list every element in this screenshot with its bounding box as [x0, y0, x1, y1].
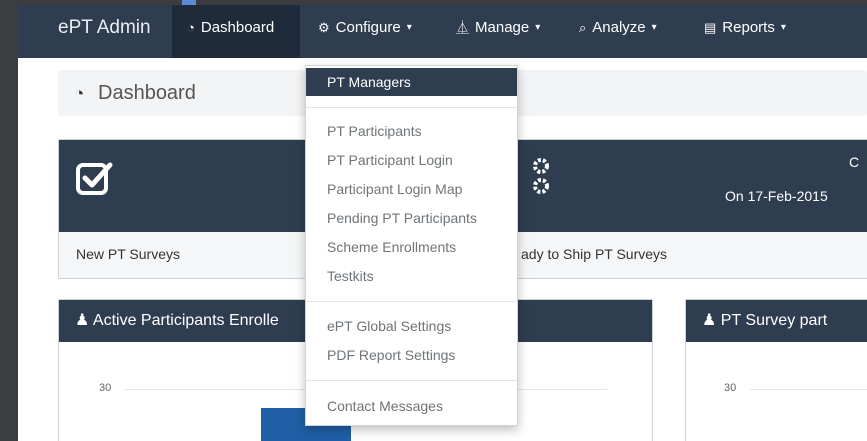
menu-item-scheme-enrollments[interactable]: Scheme Enrollments	[306, 233, 517, 261]
ready-to-ship-panel-footer: ady to Ship PT Surveys	[499, 232, 867, 278]
dashboard-icon: ◔	[74, 84, 85, 103]
nav-analyze[interactable]: ⌕ Analyze ▾	[579, 5, 657, 58]
flask-icon: ⏅	[456, 20, 470, 35]
configure-dropdown-menu: PT Managers PT Participants PT Participa…	[305, 65, 518, 426]
nav-reports-label: Reports	[722, 19, 775, 36]
y-tick-label: 30	[99, 382, 112, 394]
menu-item-contact-messages[interactable]: Contact Messages	[306, 392, 517, 420]
chevron-down-icon: ▾	[651, 22, 657, 33]
chevron-down-icon: ▾	[535, 22, 541, 33]
menu-divider	[306, 380, 517, 381]
gear-icon: ⚙	[318, 20, 330, 35]
nav-analyze-label: Analyze	[592, 19, 646, 36]
user-icon: ♟	[702, 312, 717, 329]
ready-to-ship-panel-header: C On 17-Feb-2015	[499, 140, 867, 232]
survey-participation-header: ♟ PT Survey part	[686, 300, 867, 342]
window-frame-left	[0, 0, 18, 441]
nav-dashboard[interactable]: ◔ Dashboard	[172, 5, 300, 58]
menu-item-pt-participants[interactable]: PT Participants	[306, 117, 517, 145]
survey-participation-panel: ♟ PT Survey part 30	[685, 299, 867, 441]
y-tick-label: 30	[724, 382, 737, 394]
nav-reports[interactable]: ▤ Reports ▾	[704, 5, 786, 58]
page: ePT Admin ◔ Dashboard ⚙ Configure ▾ ⏅ Ma…	[18, 5, 867, 441]
gridline	[750, 389, 867, 390]
menu-divider	[306, 107, 517, 108]
page-title: Dashboard	[98, 82, 196, 104]
count-fragment: C	[849, 154, 860, 170]
nav-dashboard-label: Dashboard	[200, 19, 275, 36]
menu-item-participant-login-map[interactable]: Participant Login Map	[306, 175, 517, 203]
checkbox-checked-icon	[76, 162, 113, 195]
menu-divider	[306, 301, 517, 302]
brand-link[interactable]: ePT Admin	[58, 5, 151, 58]
top-navbar: ePT Admin ◔ Dashboard ⚙ Configure ▾ ⏅ Ma…	[18, 5, 867, 58]
nav-manage-label: Manage	[475, 19, 530, 36]
ready-to-ship-label: ady to Ship PT Surveys	[521, 246, 668, 262]
chevron-down-icon: ▾	[406, 22, 412, 33]
user-icon: ♟	[75, 312, 90, 329]
gears-icon	[533, 158, 549, 194]
menu-item-pt-participant-login[interactable]: PT Participant Login	[306, 146, 517, 174]
menu-item-testkits[interactable]: Testkits	[306, 262, 517, 290]
bar-chart-icon: ▤	[704, 20, 717, 35]
nav-configure-label: Configure	[335, 19, 401, 36]
ready-to-ship-panel[interactable]: C On 17-Feb-2015 ady to Ship PT Surveys	[498, 139, 867, 279]
menu-item-ept-global-settings[interactable]: ePT Global Settings	[306, 312, 517, 340]
menu-item-pt-managers[interactable]: PT Managers	[306, 68, 517, 96]
nav-configure[interactable]: ⚙ Configure ▾	[318, 5, 412, 58]
active-participants-title: Active Participants Enrolle	[92, 312, 279, 329]
ship-date: On 17-Feb-2015	[725, 188, 828, 204]
nav-manage[interactable]: ⏅ Manage ▾	[456, 5, 540, 58]
new-surveys-label: New PT Surveys	[76, 246, 180, 262]
menu-item-pdf-report-settings[interactable]: PDF Report Settings	[306, 341, 517, 369]
survey-participation-title: PT Survey part	[720, 312, 828, 329]
menu-item-pending-pt-participants[interactable]: Pending PT Participants	[306, 204, 517, 232]
dashboard-icon: ◔	[187, 20, 195, 35]
search-icon: ⌕	[579, 20, 587, 35]
chevron-down-icon: ▾	[780, 22, 786, 33]
